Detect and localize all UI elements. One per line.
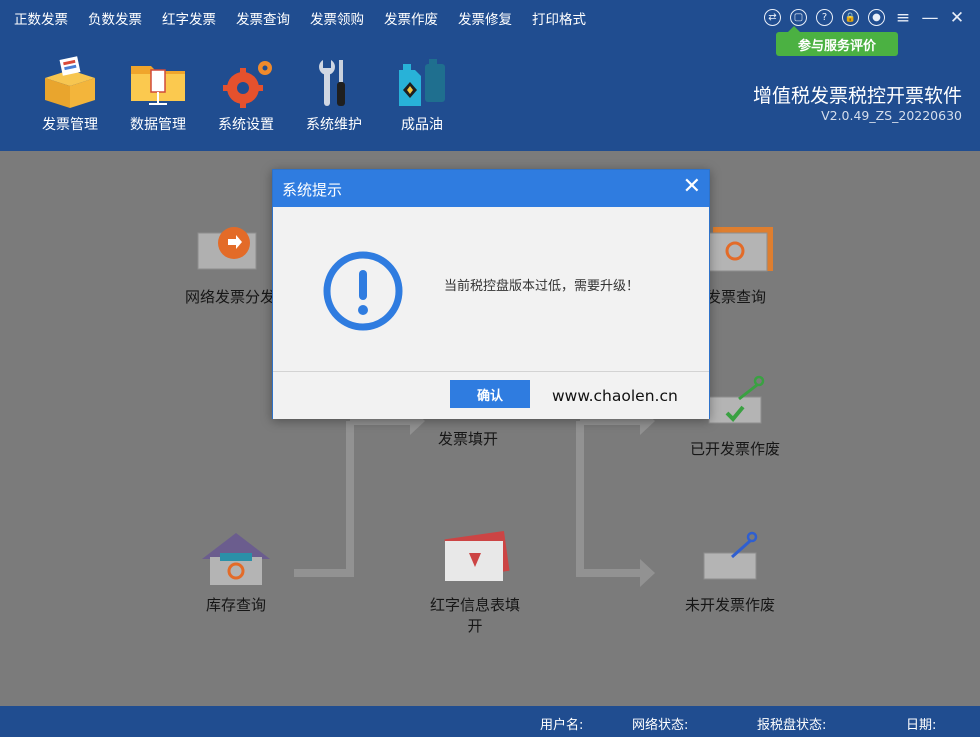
watermark-text: www.chaolen.cn: [552, 387, 678, 405]
status-date: 日期:: [906, 718, 937, 733]
gear-icon: [223, 61, 272, 108]
scissors-blank-invoice-icon: [703, 531, 758, 580]
node-label: 库存查询: [205, 596, 266, 614]
dialog-close-icon[interactable]: ✕: [683, 176, 701, 198]
menu-positive-invoice[interactable]: 正数发票: [14, 8, 68, 28]
client-icon[interactable]: ▢: [790, 9, 807, 26]
minimize-icon[interactable]: —: [921, 8, 939, 28]
toolbar-system-settings[interactable]: 系统设置: [202, 56, 290, 134]
close-icon[interactable]: ✕: [948, 8, 966, 28]
exclamation-icon: [323, 251, 403, 331]
status-disk: 报税盘状态:: [757, 718, 827, 733]
toolbar-label: 发票管理: [42, 117, 98, 133]
system-alert-dialog: 系统提示 ✕ 当前税控盘版本过低，需要升级！ 确认 www.chaolen.cn: [272, 169, 710, 419]
toolbar-label: 成品油: [401, 117, 443, 133]
tools-icon: [319, 60, 345, 106]
top-menu: 正数发票 负数发票 红字发票 发票查询 发票领购 发票作废 发票修复 打印格式: [14, 8, 606, 28]
node-label: 红字信息表填开: [429, 596, 520, 635]
node-label: 发票填开: [437, 430, 498, 448]
menu-invoice-repair[interactable]: 发票修复: [458, 8, 512, 28]
toolbar-data-management[interactable]: 数据管理: [114, 56, 202, 134]
window-controls: ⇄ ▢ ? 🔒 ● ≡ — ✕: [755, 8, 966, 28]
menu-invoice-void[interactable]: 发票作废: [384, 8, 438, 28]
node-red-info[interactable]: 红字信息表填开: [420, 529, 530, 637]
toolbar-invoice-management[interactable]: 发票管理: [26, 56, 114, 134]
menu-invoice-purchase[interactable]: 发票领购: [310, 8, 364, 28]
lock-icon[interactable]: 🔒: [842, 9, 859, 26]
switch-icon[interactable]: ⇄: [764, 9, 781, 26]
toolbar-system-maintenance[interactable]: 系统维护: [290, 56, 378, 134]
node-network-distribution[interactable]: 网络发票分发: [185, 221, 275, 308]
status-network: 网络状态:: [632, 718, 689, 733]
node-label: 未开发票作废: [685, 596, 776, 614]
node-issued-query[interactable]: 已开发票查询: [676, 221, 777, 308]
help-icon[interactable]: ?: [816, 9, 833, 26]
node-label: 网络发票分发: [185, 288, 276, 306]
dialog-message: 当前税控盘版本过低，需要升级！: [444, 279, 640, 294]
dialog-title-bar: 系统提示 ✕: [273, 170, 709, 207]
app-header: 正数发票 负数发票 红字发票 发票查询 发票领购 发票作废 发票修复 打印格式 …: [0, 0, 980, 151]
node-stock-query[interactable]: 库存查询: [200, 529, 272, 616]
menu-invoice-query[interactable]: 发票查询: [236, 8, 290, 28]
confirm-button[interactable]: 确认: [450, 380, 530, 408]
menu-icon[interactable]: ≡: [894, 8, 912, 28]
node-label: 已开发票作废: [690, 440, 781, 458]
toolbar-label: 系统设置: [218, 117, 274, 133]
menu-negative-invoice[interactable]: 负数发票: [88, 8, 142, 28]
dialog-footer: 确认 www.chaolen.cn: [273, 371, 709, 419]
folder-icon: [131, 66, 185, 105]
app-version: V2.0.49_ZS_20220630: [821, 108, 962, 123]
oil-can-icon: [399, 59, 445, 106]
dialog-body: 当前税控盘版本过低，需要升级！: [273, 207, 709, 371]
invoice-search-icon: [706, 227, 773, 272]
menu-red-invoice[interactable]: 红字发票: [162, 8, 216, 28]
service-rating-button[interactable]: 参与服务评价: [776, 26, 898, 56]
toolbar-refined-oil[interactable]: 成品油: [378, 56, 466, 134]
status-bar: 用户名: 网络状态: 报税盘状态: 日期:: [0, 706, 980, 737]
toolbar-label: 数据管理: [130, 117, 186, 133]
warehouse-icon: [202, 533, 270, 585]
status-user: 用户名:: [540, 718, 584, 733]
main-toolbar: 发票管理 数据管理 系统设置 系统维护 成品油: [26, 56, 466, 134]
app-title: 增值税发票税控开票软件: [752, 85, 962, 107]
node-unissued-void[interactable]: 未开发票作废: [685, 529, 775, 616]
menu-print-format[interactable]: 打印格式: [532, 8, 586, 28]
toolbar-label: 系统维护: [306, 117, 362, 133]
invoice-box-icon: [45, 56, 95, 108]
user-icon[interactable]: ●: [868, 9, 885, 26]
network-invoice-icon: [197, 227, 257, 270]
dialog-title: 系统提示: [282, 181, 343, 199]
red-info-icon: [444, 531, 510, 581]
